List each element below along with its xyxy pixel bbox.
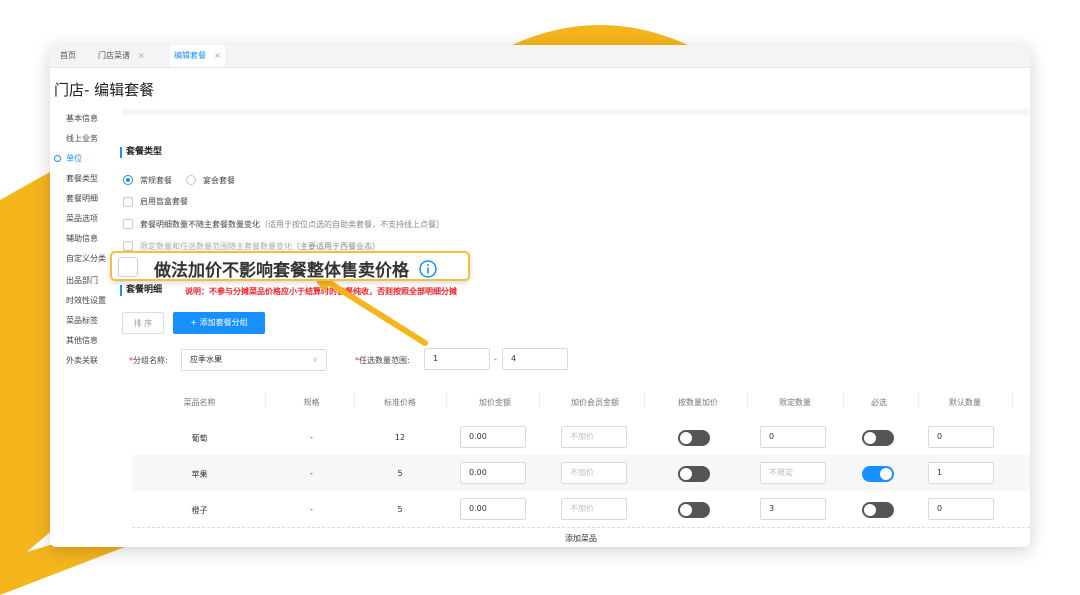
callout-text: 做法加价不影响套餐整体售卖价格 (154, 256, 437, 283)
info-circle-icon[interactable] (419, 260, 437, 283)
callout-tooltip: 做法加价不影响套餐整体售卖价格 (110, 251, 470, 281)
checkbox-icon (118, 257, 138, 277)
pointer-arrow (308, 270, 428, 346)
callout-label: 做法加价不影响套餐整体售卖价格 (154, 261, 409, 281)
